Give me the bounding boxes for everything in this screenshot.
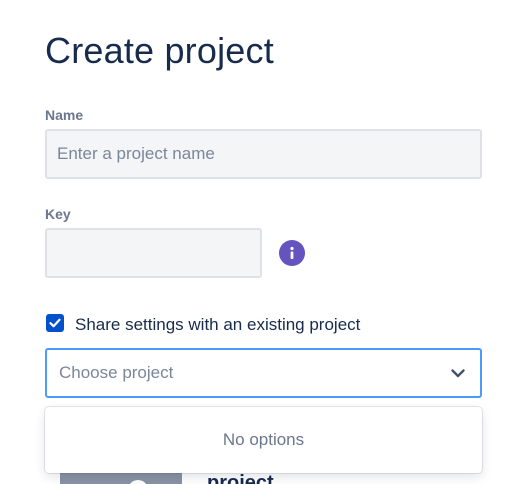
share-settings-label[interactable]: Share settings with an existing project — [75, 315, 360, 335]
select-placeholder: Choose project — [59, 363, 174, 382]
project-template-title: project — [207, 472, 274, 484]
create-project-page: Create project Name Key Share settings w… — [0, 0, 520, 484]
info-glyph — [290, 246, 294, 259]
project-select-menu: No options — [45, 407, 482, 473]
choose-project-select[interactable]: Choose project — [45, 348, 482, 398]
chevron-down-icon[interactable] — [448, 363, 468, 383]
share-settings-checkbox[interactable] — [46, 314, 64, 332]
checkmark-icon — [49, 318, 61, 328]
name-label: Name — [45, 107, 84, 123]
key-label: Key — [45, 206, 71, 222]
page-title: Create project — [45, 30, 274, 71]
info-icon[interactable] — [279, 240, 305, 266]
project-name-input[interactable] — [45, 129, 482, 179]
project-key-input[interactable] — [45, 228, 262, 278]
no-options-text: No options — [222, 430, 305, 449]
